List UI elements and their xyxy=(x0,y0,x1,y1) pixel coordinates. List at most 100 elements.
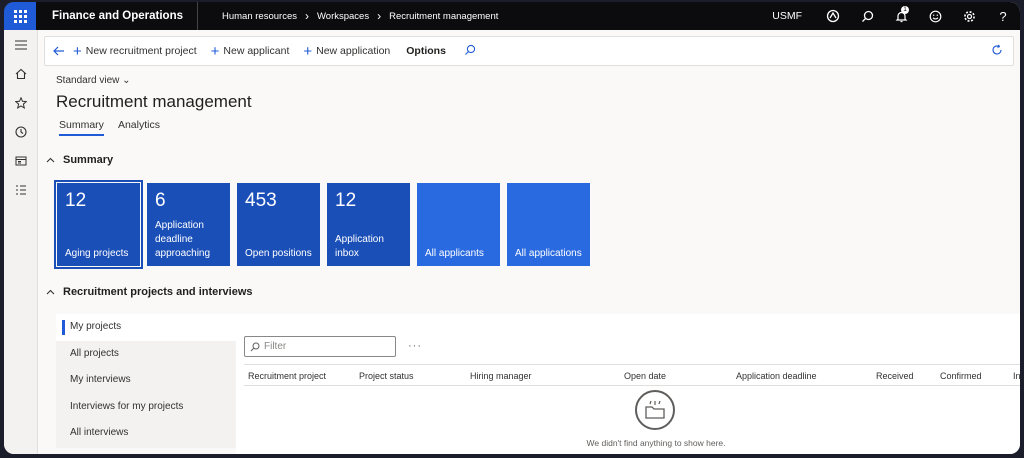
home-icon xyxy=(15,68,27,79)
new-application-button[interactable]: + New application xyxy=(303,43,390,60)
tile-application-deadline-approaching[interactable]: 6 Application deadline approaching xyxy=(147,183,230,266)
subnav-item-all-interviews[interactable]: All interviews xyxy=(56,420,236,447)
plus-icon: + xyxy=(303,42,313,60)
feedback-button[interactable] xyxy=(918,2,952,30)
tile-application-inbox[interactable]: 12 Application inbox xyxy=(327,183,410,266)
hamburger-icon xyxy=(15,39,27,50)
column-header-application-deadline[interactable]: Application deadline xyxy=(736,371,817,381)
app-launcher-button[interactable] xyxy=(4,2,36,30)
tile-count: 6 xyxy=(155,190,166,211)
column-header-in[interactable]: In xyxy=(1013,371,1020,381)
new-application-label: New application xyxy=(316,45,391,57)
nav-workspaces-button[interactable] xyxy=(4,146,38,175)
tile-all-applications[interactable]: All applications xyxy=(507,183,590,266)
filter-input[interactable]: Filter xyxy=(244,336,396,357)
more-options-button[interactable]: ··· xyxy=(408,340,422,352)
chevron-down-icon: ⌄ xyxy=(122,75,131,86)
nav-modules-button[interactable] xyxy=(4,175,38,204)
copilot-icon xyxy=(826,9,840,23)
breadcrumb-item-workspaces[interactable]: Workspaces xyxy=(317,11,369,22)
nav-home-button[interactable] xyxy=(4,59,38,88)
action-pane: + New recruitment project + New applican… xyxy=(44,36,1014,66)
tile-open-positions[interactable]: 453 Open positions xyxy=(237,183,320,266)
waffle-icon xyxy=(13,9,27,23)
search-icon xyxy=(465,44,476,55)
search-icon xyxy=(250,342,260,351)
tile-all-applicants[interactable]: All applicants xyxy=(417,183,500,266)
column-header-hiring-manager[interactable]: Hiring manager xyxy=(470,371,532,381)
page-title: Recruitment management xyxy=(56,92,252,111)
filter-placeholder: Filter xyxy=(264,341,287,352)
chevron-right-icon: › xyxy=(304,9,309,23)
column-header-open-date[interactable]: Open date xyxy=(624,371,666,381)
breadcrumb: Human resources › Workspaces › Recruitme… xyxy=(222,9,498,23)
new-recruitment-project-button[interactable]: + New recruitment project xyxy=(73,43,197,60)
copilot-button[interactable] xyxy=(816,2,850,30)
tile-label: Aging projects xyxy=(65,248,129,259)
settings-button[interactable] xyxy=(952,2,986,30)
summary-section-title: Summary xyxy=(63,154,114,166)
subnav-item-interviews-for-my-projects[interactable]: Interviews for my projects xyxy=(56,394,236,421)
left-navigation xyxy=(4,30,38,454)
arrow-left-icon xyxy=(53,46,64,56)
tile-label: Application deadline approaching xyxy=(155,220,211,259)
clock-icon xyxy=(15,125,27,138)
gear-icon xyxy=(963,10,975,22)
summary-section-header[interactable]: Summary xyxy=(46,154,113,166)
nav-menu-button[interactable] xyxy=(4,30,38,59)
empty-folder-icon xyxy=(635,390,675,430)
projects-section-title: Recruitment projects and interviews xyxy=(63,286,253,298)
chevron-right-icon: › xyxy=(377,9,382,23)
column-header-received[interactable]: Received xyxy=(876,371,914,381)
view-selector[interactable]: Standard view ⌄ xyxy=(56,75,131,86)
tile-aging-projects[interactable]: 12 Aging projects xyxy=(54,180,143,269)
tab-analytics[interactable]: Analytics xyxy=(118,119,160,136)
workspace-tabs: Summary Analytics xyxy=(59,119,174,136)
options-tab[interactable]: Options xyxy=(406,45,446,57)
plus-icon: + xyxy=(73,42,82,60)
tile-label: All applications xyxy=(515,248,582,259)
breadcrumb-item-human-resources[interactable]: Human resources xyxy=(222,11,297,22)
notification-badge: 1 xyxy=(901,6,909,14)
subnav-item-my-projects[interactable]: My projects xyxy=(56,314,236,341)
new-applicant-button[interactable]: + New applicant xyxy=(211,43,290,60)
search-icon xyxy=(861,10,873,22)
tile-label: Application inbox xyxy=(335,234,384,259)
subnav-item-my-interviews[interactable]: My interviews xyxy=(56,367,236,394)
nav-recent-button[interactable] xyxy=(4,117,38,146)
modules-list-icon xyxy=(16,184,26,195)
tab-summary[interactable]: Summary xyxy=(59,119,104,136)
tile-count: 453 xyxy=(245,190,277,211)
workspace-icon xyxy=(15,156,27,165)
column-header-confirmed[interactable]: Confirmed xyxy=(940,371,982,381)
app-title[interactable]: Finance and Operations xyxy=(36,2,198,30)
question-mark-icon: ? xyxy=(999,8,1007,24)
subnav-item-all-projects[interactable]: All projects xyxy=(56,341,236,368)
back-button[interactable] xyxy=(45,46,73,56)
column-header-project-status[interactable]: Project status xyxy=(359,371,414,381)
action-search-button[interactable] xyxy=(464,44,476,59)
star-icon xyxy=(15,96,27,109)
help-button[interactable]: ? xyxy=(986,2,1020,30)
projects-grid-panel: Filter ··· Recruitment project Project s… xyxy=(236,314,1020,454)
smiley-icon xyxy=(929,10,941,22)
chevron-up-icon xyxy=(46,157,55,163)
top-right-tools: USMF 1 ? xyxy=(772,2,1020,30)
empty-state-message: We didn't find anything to show here. xyxy=(586,438,726,448)
breadcrumb-item-recruitment-management[interactable]: Recruitment management xyxy=(389,11,498,22)
notifications-button[interactable]: 1 xyxy=(884,2,918,30)
app-window: Finance and Operations Human resources ›… xyxy=(4,2,1020,454)
company-picker[interactable]: USMF xyxy=(772,10,802,22)
grid-column-headers: Recruitment project Project status Hirin… xyxy=(244,364,1020,386)
tile-count: 12 xyxy=(65,190,87,211)
refresh-button[interactable] xyxy=(991,44,1003,59)
nav-favorites-button[interactable] xyxy=(4,88,38,117)
search-button[interactable] xyxy=(850,2,884,30)
new-applicant-label: New applicant xyxy=(223,45,290,57)
refresh-icon xyxy=(992,44,1002,55)
tile-label: All applicants xyxy=(425,248,484,259)
tile-label: Open positions xyxy=(245,248,312,259)
projects-section-header[interactable]: Recruitment projects and interviews xyxy=(46,286,253,298)
chevron-up-icon xyxy=(46,289,55,295)
column-header-recruitment-project[interactable]: Recruitment project xyxy=(248,371,326,381)
